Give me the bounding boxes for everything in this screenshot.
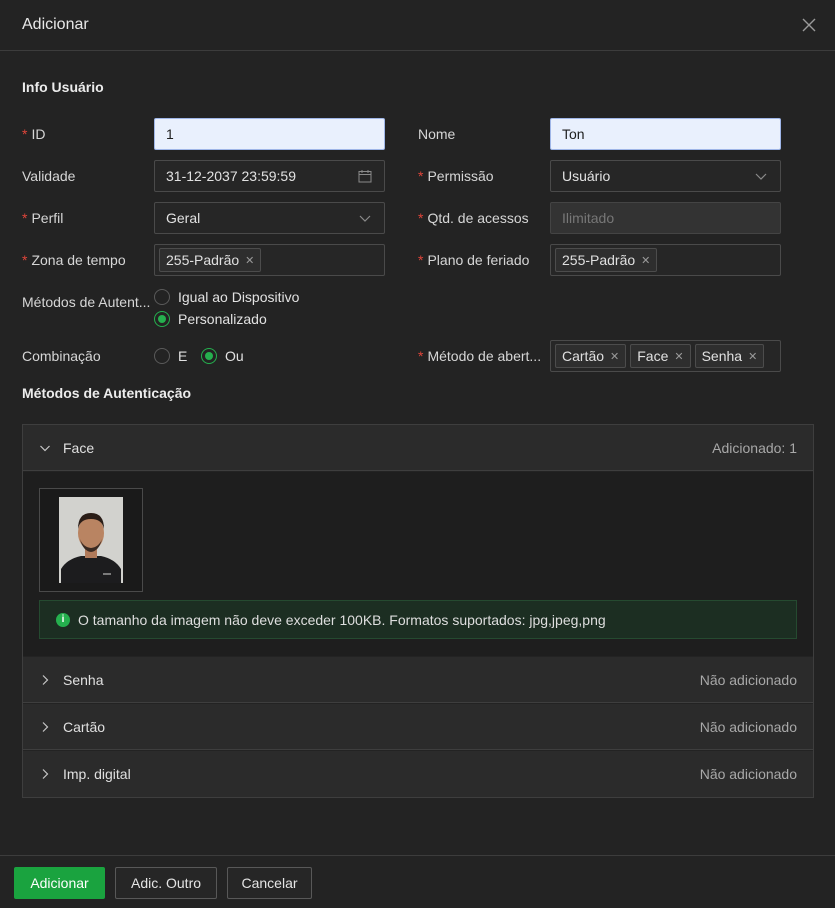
id-label: * ID bbox=[22, 126, 46, 142]
radio-custom[interactable]: Personalizado bbox=[154, 311, 267, 327]
add-another-button[interactable]: Adic. Outro bbox=[115, 867, 217, 899]
time-zone-tag: 255-Padrão ✕ bbox=[159, 248, 262, 272]
chevron-down-icon bbox=[40, 445, 50, 451]
face-status: Adicionado: 1 bbox=[712, 439, 797, 456]
radio-button[interactable] bbox=[154, 289, 170, 305]
password-status: Não adicionado bbox=[699, 671, 797, 688]
info-icon: i bbox=[56, 612, 70, 627]
access-count-input: Ilimitado bbox=[550, 202, 781, 234]
radio-button[interactable] bbox=[154, 311, 170, 327]
radio-or[interactable]: Ou bbox=[201, 348, 244, 364]
permission-select[interactable]: Usuário bbox=[550, 160, 781, 192]
remove-tag-icon[interactable]: ✕ bbox=[674, 350, 683, 363]
auth-methods-label: Métodos de Autent... bbox=[22, 294, 151, 310]
chevron-right-icon bbox=[42, 674, 49, 685]
combination-label: Combinação bbox=[22, 348, 101, 364]
dialog-title: Adicionar bbox=[22, 16, 89, 33]
chevron-right-icon bbox=[42, 769, 49, 779]
remove-tag-icon[interactable]: ✕ bbox=[610, 350, 619, 363]
time-zone-label: * Zona de tempo bbox=[22, 252, 126, 268]
name-input[interactable]: Ton bbox=[550, 118, 781, 150]
radio-and[interactable]: E bbox=[154, 348, 187, 364]
image-size-notice: i O tamanho da imagem não deve exceder 1… bbox=[39, 600, 797, 639]
remove-tag-icon[interactable]: ✕ bbox=[748, 350, 757, 363]
validity-label: Validade bbox=[22, 168, 76, 184]
holiday-plan-tag: 255-Padrão ✕ bbox=[555, 248, 658, 272]
dialog-footer: Adicionar Adic. Outro Cancelar bbox=[0, 855, 835, 908]
face-panel-body: i O tamanho da imagem não deve exceder 1… bbox=[23, 472, 813, 656]
remove-tag-icon[interactable]: ✕ bbox=[641, 254, 650, 267]
calendar-icon bbox=[358, 170, 372, 183]
profile-label: * Perfil bbox=[22, 210, 64, 226]
fingerprint-status: Não adicionado bbox=[699, 766, 797, 782]
holiday-plan-label: * Plano de feriado bbox=[418, 252, 530, 268]
validity-date-picker[interactable]: 31-12-2037 23:59:59 bbox=[154, 160, 385, 192]
section-title-auth-methods: Métodos de Autenticação bbox=[22, 385, 192, 401]
open-method-tag: Face ✕ bbox=[630, 344, 691, 368]
cancel-button[interactable]: Cancelar bbox=[227, 867, 312, 899]
collapse-header-fingerprint[interactable]: Imp. digital Não adicionado bbox=[23, 751, 813, 797]
add-button[interactable]: Adicionar bbox=[14, 867, 105, 899]
chevron-down-icon bbox=[359, 215, 371, 222]
time-zone-select[interactable]: 255-Padrão ✕ bbox=[154, 244, 385, 276]
open-method-select[interactable]: Cartão ✕ Face ✕ Senha ✕ bbox=[550, 340, 781, 372]
permission-label: * Permissão bbox=[418, 168, 494, 184]
person-portrait-icon bbox=[59, 497, 123, 583]
remove-tag-icon[interactable]: ✕ bbox=[245, 254, 254, 267]
access-count-label: * Qtd. de acessos bbox=[418, 210, 529, 226]
face-photo bbox=[59, 497, 123, 583]
chevron-down-icon bbox=[755, 173, 767, 180]
id-input[interactable]: 1 bbox=[154, 118, 385, 150]
collapse-header-face[interactable]: Face Adicionado: 1 bbox=[23, 425, 813, 471]
collapse-header-card[interactable]: Cartão Não adicionado bbox=[23, 704, 813, 750]
dialog-header: Adicionar bbox=[0, 0, 835, 51]
section-title-user-info: Info Usuário bbox=[22, 79, 104, 95]
radio-same-as-device[interactable]: Igual ao Dispositivo bbox=[154, 289, 299, 305]
face-photo-thumbnail[interactable] bbox=[39, 488, 143, 592]
radio-button[interactable] bbox=[154, 348, 170, 364]
card-status: Não adicionado bbox=[699, 718, 797, 735]
collapse-header-password[interactable]: Senha Não adicionado bbox=[23, 657, 813, 703]
name-label: Nome bbox=[418, 126, 456, 142]
auth-methods-collapse: Face Adicionado: 1 i O tamanho da imagem… bbox=[22, 424, 814, 798]
open-method-tag: Senha ✕ bbox=[694, 344, 765, 368]
open-method-tag: Cartão ✕ bbox=[555, 344, 627, 368]
close-icon[interactable] bbox=[799, 15, 819, 35]
chevron-right-icon bbox=[42, 721, 49, 732]
holiday-plan-select[interactable]: 255-Padrão ✕ bbox=[550, 244, 781, 276]
radio-button[interactable] bbox=[201, 348, 217, 364]
profile-select[interactable]: Geral bbox=[154, 202, 385, 234]
open-method-label: * Método de abert... bbox=[418, 348, 542, 364]
